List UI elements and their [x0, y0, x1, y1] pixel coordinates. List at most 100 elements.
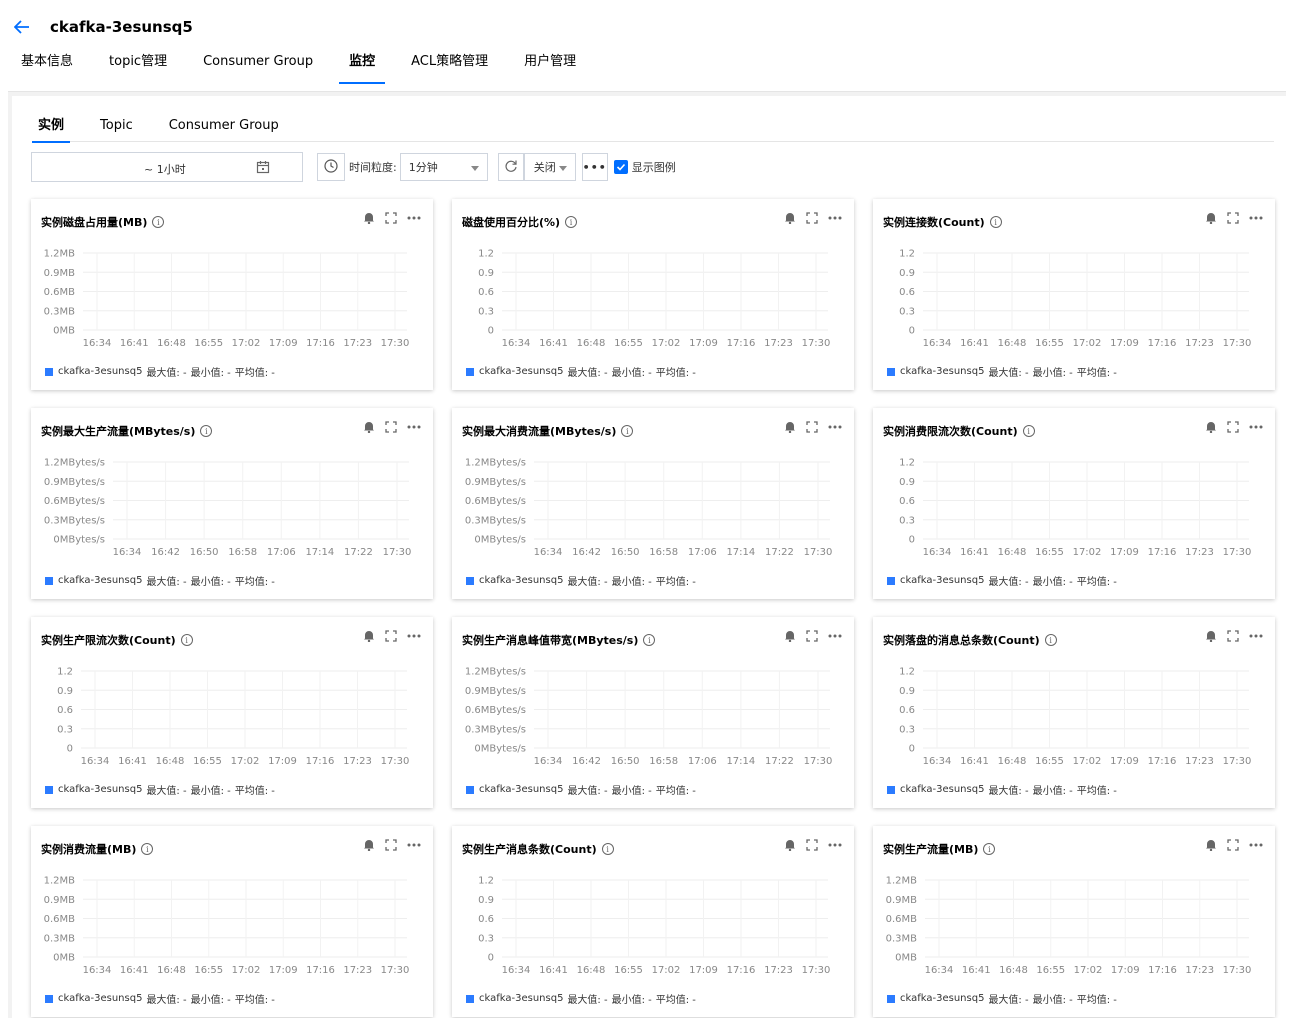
fullscreen-icon[interactable]: [385, 629, 397, 642]
chart-title: 实例生产消息峰值带宽(MBytes/s) i: [462, 632, 656, 648]
legend-avg: 平均值: -: [655, 786, 696, 797]
info-icon[interactable]: i: [152, 216, 165, 228]
legend-series-name[interactable]: ckafka-3esunsq5: [58, 784, 142, 795]
tab-3[interactable]: 监控: [339, 52, 386, 84]
bell-icon[interactable]: [1205, 211, 1217, 224]
fullscreen-icon[interactable]: [1227, 211, 1239, 224]
legend-series-name[interactable]: ckafka-3esunsq5: [479, 784, 563, 795]
info-icon[interactable]: i: [643, 634, 656, 646]
fullscreen-icon[interactable]: [806, 629, 818, 642]
y-tick-label: 0.6MBytes/s: [465, 496, 526, 507]
tab-4[interactable]: ACL策略管理: [411, 52, 488, 84]
bell-icon[interactable]: [784, 838, 796, 851]
info-icon[interactable]: i: [1022, 425, 1035, 437]
more-icon[interactable]: [828, 634, 842, 638]
bell-icon[interactable]: [1205, 838, 1217, 851]
legend-series-name[interactable]: ckafka-3esunsq5: [479, 366, 563, 377]
legend-min: 最小值: -: [1032, 577, 1073, 588]
tab-5[interactable]: 用户管理: [524, 52, 576, 84]
fullscreen-icon[interactable]: [1227, 629, 1239, 642]
x-tick-label: 17:30: [1223, 338, 1252, 349]
legend-series-name[interactable]: ckafka-3esunsq5: [58, 366, 142, 377]
tab-2[interactable]: Consumer Group: [203, 52, 313, 84]
sub-tab-0[interactable]: 实例: [31, 116, 71, 143]
x-tick-label: 16:41: [120, 965, 149, 976]
chart-card: 实例磁盘占用量(MB) i 1.2MB 0.9MB 0.6MB 0.3MB 0MB 16:34…: [31, 199, 433, 390]
info-icon[interactable]: i: [141, 843, 154, 855]
y-tick-label: 1.2MBytes/s: [465, 458, 526, 469]
more-icon[interactable]: [407, 425, 421, 429]
refresh-button[interactable]: [497, 153, 524, 181]
more-icon[interactable]: [828, 216, 842, 220]
bell-icon[interactable]: [363, 629, 375, 642]
bell-icon[interactable]: [363, 420, 375, 433]
y-tick-label: 0.9MBytes/s: [465, 686, 526, 697]
x-tick-label: 17:30: [381, 756, 410, 767]
fullscreen-icon[interactable]: [806, 838, 818, 851]
more-icon[interactable]: [828, 843, 842, 847]
more-icon[interactable]: [407, 634, 421, 638]
x-tick-label: 17:16: [306, 756, 335, 767]
legend-series-name[interactable]: ckafka-3esunsq5: [58, 993, 142, 1004]
x-tick-label: 16:34: [534, 756, 563, 767]
granularity-select[interactable]: 1分钟: [399, 153, 488, 181]
info-icon[interactable]: i: [621, 425, 634, 437]
show-legend-checkbox[interactable]: 显示图例: [613, 159, 676, 175]
more-icon[interactable]: [1249, 425, 1263, 429]
legend-series-name[interactable]: ckafka-3esunsq5: [900, 784, 984, 795]
legend-series-name[interactable]: ckafka-3esunsq5: [900, 366, 984, 377]
x-tick-label: 17:02: [652, 338, 681, 349]
more-icon[interactable]: [407, 216, 421, 220]
info-icon[interactable]: i: [983, 843, 996, 855]
fullscreen-icon[interactable]: [1227, 838, 1239, 851]
bell-icon[interactable]: [363, 838, 375, 851]
clock-button[interactable]: [317, 153, 345, 181]
more-icon[interactable]: [1249, 216, 1263, 220]
bell-icon[interactable]: [784, 211, 796, 224]
date-range-picker[interactable]: ~ 1小时: [31, 152, 303, 182]
chart-plot: 1.2MBytes/s 0.9MBytes/s 0.6MBytes/s 0.3MByt…: [465, 458, 833, 559]
more-icon[interactable]: [1249, 634, 1263, 638]
bell-icon[interactable]: [363, 211, 375, 224]
info-icon[interactable]: i: [565, 216, 578, 228]
more-icon[interactable]: [1249, 843, 1263, 847]
card-actions: [1195, 629, 1263, 642]
y-tick-label: 1.2: [899, 667, 915, 678]
legend-min: 最小值: -: [190, 995, 231, 1006]
fullscreen-icon[interactable]: [1227, 420, 1239, 433]
more-button[interactable]: •••: [581, 153, 608, 181]
calendar-icon[interactable]: [256, 160, 270, 177]
sub-tab-2[interactable]: Consumer Group: [169, 116, 279, 142]
legend-series-name[interactable]: ckafka-3esunsq5: [479, 575, 563, 586]
fullscreen-icon[interactable]: [385, 838, 397, 851]
fullscreen-icon[interactable]: [385, 211, 397, 224]
chart-title-text: 实例落盘的消息总条数(Count): [883, 634, 1040, 647]
info-icon[interactable]: i: [180, 634, 193, 646]
legend-series-name[interactable]: ckafka-3esunsq5: [900, 575, 984, 586]
tab-0[interactable]: 基本信息: [21, 52, 73, 84]
back-arrow-icon[interactable]: [12, 17, 32, 37]
auto-refresh-value: 关闭: [533, 161, 556, 174]
fullscreen-icon[interactable]: [385, 420, 397, 433]
fullscreen-icon[interactable]: [806, 211, 818, 224]
auto-refresh-select[interactable]: 关闭: [523, 153, 576, 181]
legend-series-name[interactable]: ckafka-3esunsq5: [900, 993, 984, 1004]
sub-tab-1[interactable]: Topic: [100, 116, 133, 142]
bell-icon[interactable]: [784, 629, 796, 642]
bell-icon[interactable]: [1205, 420, 1217, 433]
info-icon[interactable]: i: [1044, 634, 1057, 646]
chart-legend: ckafka-3esunsq5 最大值: - 最小值: - 平均值: -: [45, 364, 279, 379]
bell-icon[interactable]: [784, 420, 796, 433]
info-icon[interactable]: i: [601, 843, 614, 855]
chart-plot: 1.2 0.9 0.6 0.3 0 16:34 16:41 16:48 16:55 17:02 17…: [899, 249, 1252, 350]
fullscreen-icon[interactable]: [806, 420, 818, 433]
tab-1[interactable]: topic管理: [109, 52, 167, 84]
more-icon[interactable]: [407, 843, 421, 847]
legend-series-name[interactable]: ckafka-3esunsq5: [58, 575, 142, 586]
bell-icon[interactable]: [1205, 629, 1217, 642]
info-icon[interactable]: i: [200, 425, 213, 437]
legend-series-name[interactable]: ckafka-3esunsq5: [479, 993, 563, 1004]
x-tick-label: 17:16: [727, 965, 756, 976]
more-icon[interactable]: [828, 425, 842, 429]
info-icon[interactable]: i: [989, 216, 1002, 228]
